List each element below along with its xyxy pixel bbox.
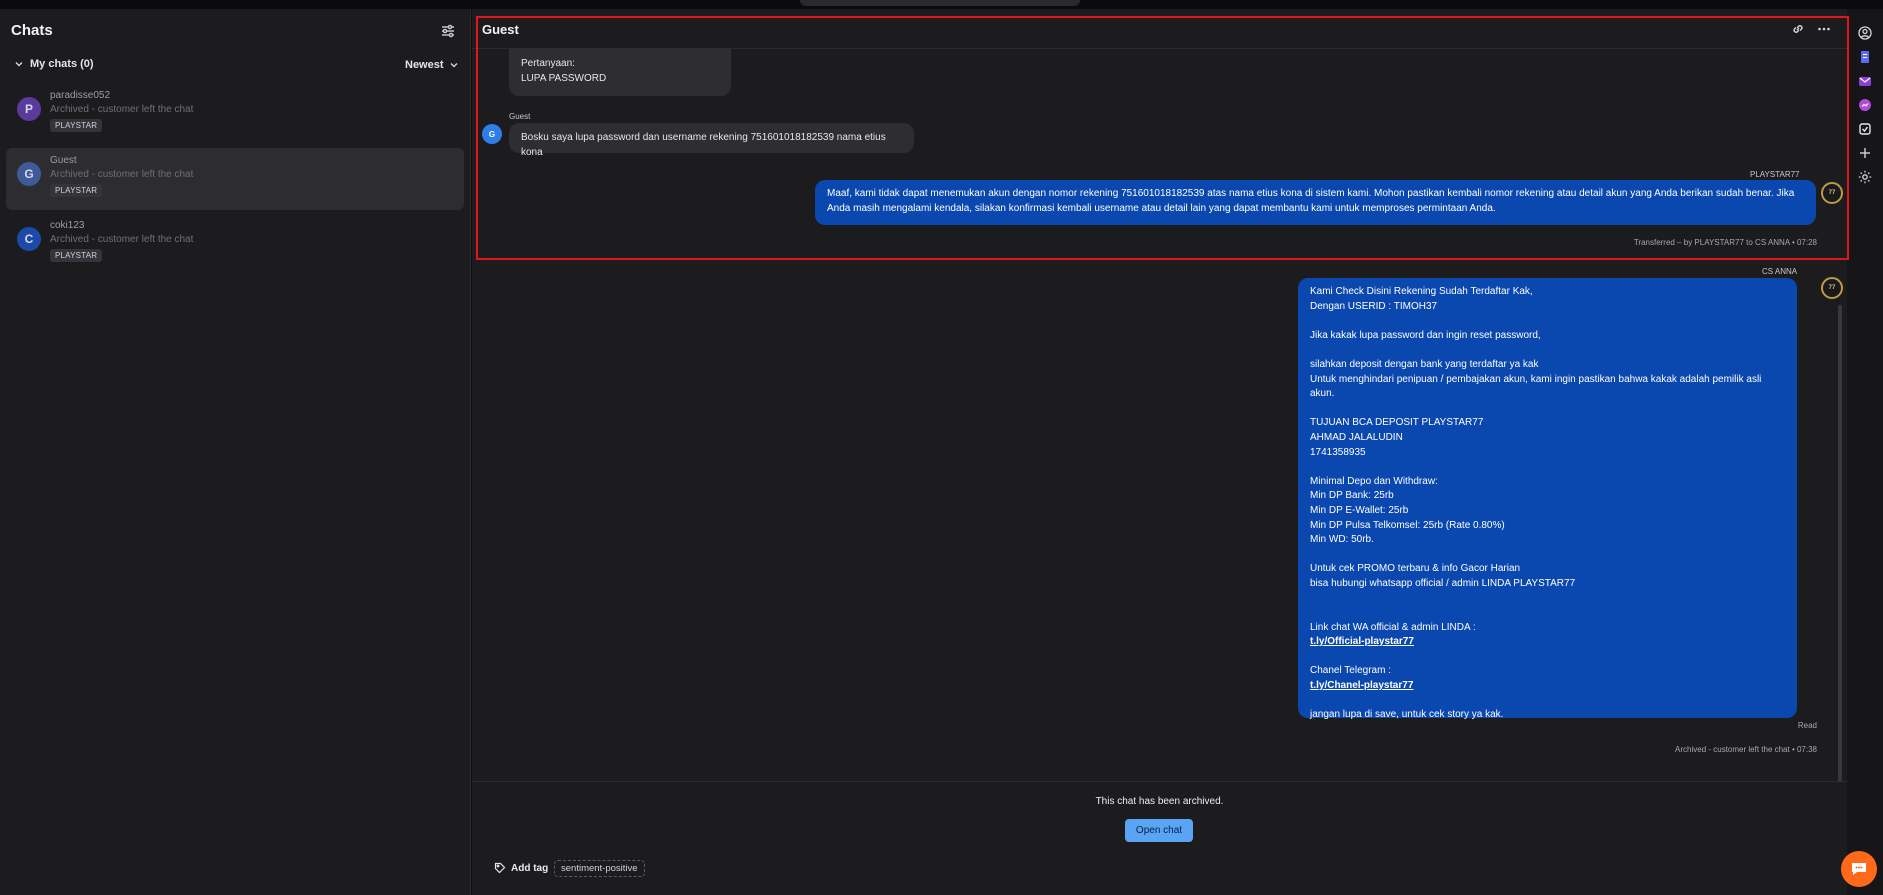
mail-icon[interactable]: [1857, 73, 1873, 89]
filter-settings-icon[interactable]: [439, 22, 457, 40]
scrollbar[interactable]: [1838, 305, 1842, 785]
message-line: [1310, 548, 1785, 563]
right-icon-rail: [1847, 9, 1883, 895]
message-line: [1310, 591, 1785, 606]
message-line: Pertanyaan:: [521, 58, 575, 69]
message-line: bisa hubungi whatsapp official / admin L…: [1310, 577, 1576, 589]
chat-list-item-coki123[interactable]: C coki123 Archived - customer left the c…: [6, 213, 464, 275]
read-status: Read: [1797, 721, 1817, 730]
message-text: Bosku saya lupa password dan username re…: [521, 132, 886, 158]
guest-message-bubble: Bosku saya lupa password dan username re…: [509, 123, 914, 158]
message-line: Jika kakak lupa password dan ingin reset…: [1310, 329, 1541, 341]
message-sender: PLAYSTAR77: [1750, 170, 1800, 179]
message-line: [1310, 460, 1785, 475]
sort-dropdown[interactable]: Newest: [405, 59, 459, 71]
archived-status: This chat has been archived.: [1095, 796, 1224, 807]
message-line: Chanel Telegram :: [1310, 665, 1391, 677]
message-line: Min WD: 50rb.: [1310, 534, 1374, 546]
message-line: Min DP E-Wallet: 25rb: [1310, 504, 1409, 516]
chat-tag: PLAYSTAR: [50, 249, 103, 262]
message-line: Untuk cek PROMO terbaru & info Gacor Har…: [1310, 563, 1521, 575]
message-line: AHMAD JALALUDIN: [1310, 431, 1403, 443]
agent-message-bubble: Maaf, kami tidak dapat menemukan akun de…: [815, 180, 1816, 225]
message-line: silahkan deposit dengan bank yang terdaf…: [1310, 358, 1539, 370]
avatar: C: [17, 227, 41, 251]
chat-bubble-icon: [1852, 863, 1866, 875]
link-icon[interactable]: [1790, 21, 1806, 37]
message-line: jangan lupa di save, untuk cek story ya …: [1310, 709, 1504, 721]
tag-icon: [494, 862, 506, 874]
chat-list-item-guest[interactable]: G Guest Archived - customer left the cha…: [6, 148, 464, 210]
address-bar[interactable]: [800, 0, 1080, 6]
message-line: [1310, 402, 1785, 417]
checklist-icon[interactable]: [1857, 121, 1873, 137]
message-line: Min DP Bank: 25rb: [1310, 490, 1394, 502]
avatar: G: [17, 162, 41, 186]
chat-tag: PLAYSTAR: [50, 119, 103, 132]
messenger-icon[interactable]: [1857, 97, 1873, 113]
message-line: Untuk menghindari penipuan / pembajakan …: [1310, 373, 1762, 400]
chat-preview: Archived - customer left the chat: [50, 169, 194, 180]
message-line: TUJUAN BCA DEPOSIT PLAYSTAR77: [1310, 417, 1484, 429]
add-icon[interactable]: [1857, 145, 1873, 161]
chat-name: Guest: [50, 155, 77, 166]
whatsapp-link[interactable]: t.ly/Official-playstar77: [1310, 636, 1414, 647]
more-options-icon[interactable]: [1816, 21, 1832, 37]
archived-note: Archived - customer left the chat • 07:3…: [1675, 745, 1817, 754]
message-line: Dengan USERID : TIMOH37: [1310, 300, 1438, 312]
message-line: [1310, 606, 1785, 621]
chat-name: paradisse052: [50, 90, 111, 101]
agent-avatar: 77: [1821, 182, 1843, 204]
chat-main: Guest Pertanyaan: LUPA PASSWORD Guest G …: [472, 9, 1847, 895]
chat-preview: Archived - customer left the chat: [50, 234, 194, 245]
message-line: Minimal Depo dan Withdraw:: [1310, 475, 1438, 487]
chat-tag: PLAYSTAR: [50, 184, 103, 197]
message-sender: CS ANNA: [1762, 267, 1798, 276]
sidebar-title: Chats: [11, 22, 53, 39]
transfer-note: Transferred – by PLAYSTAR77 to CS ANNA •…: [1633, 238, 1817, 247]
sort-label: Newest: [405, 59, 444, 71]
document-icon[interactable]: [1857, 49, 1873, 65]
chat-title: Guest: [482, 22, 519, 37]
chat-widget-button[interactable]: [1841, 851, 1877, 887]
message-text: Maaf, kami tidak dapat menemukan akun de…: [827, 188, 1795, 214]
chat-name: coki123: [50, 220, 85, 231]
agent-message-bubble: Kami Check Disini Rekening Sudah Terdaft…: [1298, 278, 1797, 720]
message-line: Kami Check Disini Rekening Sudah Terdaft…: [1310, 286, 1533, 297]
window-top-strip: [0, 0, 1883, 9]
chevron-down-icon: [450, 63, 458, 68]
message-line: Min DP Pulsa Telkomsel: 25rb (Rate 0.80%…: [1310, 519, 1505, 531]
chevron-down-icon: [15, 62, 23, 67]
message-line: Link chat WA official & admin LINDA :: [1310, 621, 1476, 633]
message-line: [1310, 314, 1785, 329]
my-chats-toggle[interactable]: My chats (0): [14, 58, 94, 70]
chat-list-item-paradisse052[interactable]: P paradisse052 Archived - customer left …: [6, 83, 464, 145]
chat-header: Guest: [472, 9, 1847, 49]
add-tag-label: Add tag: [511, 862, 549, 874]
chat-preview: Archived - customer left the chat: [50, 104, 194, 115]
message-line: LUPA PASSWORD: [521, 72, 607, 84]
message-sender: Guest: [509, 112, 531, 121]
chat-footer: This chat has been archived. Open chat A…: [472, 781, 1847, 895]
profile-icon[interactable]: [1857, 25, 1873, 41]
open-chat-button[interactable]: Open chat: [1125, 819, 1193, 842]
message-body: Kami Check Disini Rekening Sudah Terdaft…: [1310, 285, 1785, 635]
telegram-link[interactable]: t.ly/Chanel-playstar77: [1310, 680, 1413, 691]
message-line: 1741358935: [1310, 446, 1366, 458]
guest-avatar: G: [482, 124, 502, 144]
chats-sidebar: Chats My chats (0) Newest P paradisse052…: [0, 9, 471, 895]
message-line: [1310, 343, 1785, 358]
gear-icon[interactable]: [1857, 169, 1873, 185]
my-chats-label: My chats (0): [30, 58, 94, 70]
avatar: P: [17, 97, 41, 121]
agent-avatar: 77: [1821, 277, 1843, 299]
add-tag-button[interactable]: Add tag: [494, 862, 548, 874]
tag-chip[interactable]: sentiment-positive: [554, 860, 645, 877]
